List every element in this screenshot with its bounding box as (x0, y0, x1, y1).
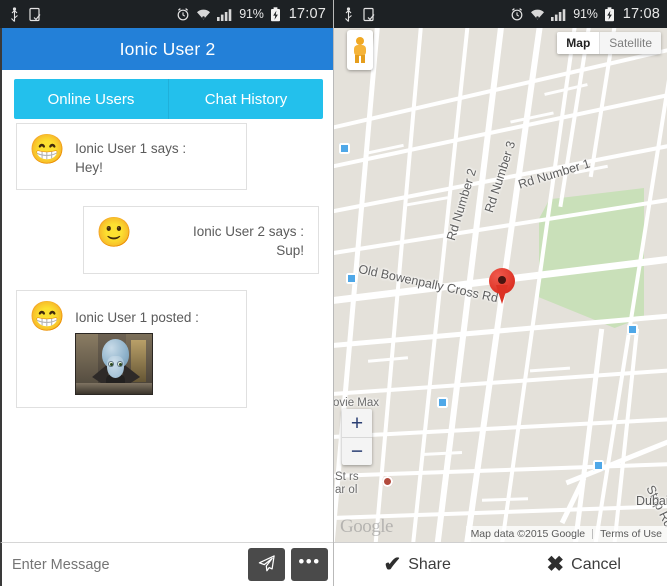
screenshot-icon (363, 7, 376, 22)
map-label: ar ol (335, 484, 358, 496)
chat-message-row: 🙂 Ionic User 2 says : Sup! (2, 206, 333, 289)
battery-charging-icon (270, 6, 281, 22)
status-left-icons (343, 6, 376, 22)
chat-message-list[interactable]: 😁 Ionic User 1 says : Hey! 🙂 Ionic User … (0, 123, 333, 542)
chat-bubble: 🙂 Ionic User 2 says : Sup! (83, 206, 319, 274)
usb-icon (9, 6, 20, 22)
map-label: St rs (335, 471, 359, 483)
paper-plane-icon (257, 554, 276, 576)
chat-message-header: Ionic User 2 says : (192, 224, 304, 240)
chat-bubble: 😁 Ionic User 1 posted : (16, 289, 247, 408)
terms-of-use-link[interactable]: Terms of Use (600, 528, 662, 540)
poi-marker[interactable] (593, 460, 604, 471)
chat-message-header: Ionic User 1 posted : (75, 309, 199, 325)
google-logo: Google (340, 516, 393, 537)
map-type-satellite-label: Satellite (609, 36, 652, 50)
chat-message-row: 😁 Ionic User 1 says : Hey! (2, 123, 333, 206)
message-input[interactable] (12, 556, 242, 573)
dual-phone-screenshot: 91% 17:07 Ionic User 2 Online Users Chat… (0, 0, 667, 586)
chat-message-body: Hey! (75, 160, 103, 176)
map-type-toggle: Map Satellite (557, 32, 661, 54)
wifi-icon (196, 8, 211, 21)
clock-label: 17:07 (288, 6, 326, 22)
map-action-bar: ✔ Share ✖ Cancel (334, 542, 667, 586)
map-type-map-label: Map (566, 36, 591, 50)
poi-marker[interactable] (339, 143, 350, 154)
zoom-out-label: − (350, 440, 364, 463)
page-title: Ionic User 2 (119, 38, 216, 59)
grin-emoji-icon: 😁 (29, 300, 66, 333)
clock-label: 17:08 (622, 6, 660, 22)
location-pin-icon[interactable] (489, 268, 515, 304)
send-button[interactable] (248, 548, 285, 581)
map-label: Dubai (636, 494, 667, 508)
attribution-divider (592, 529, 594, 539)
share-button[interactable]: ✔ Share (334, 543, 501, 586)
app-header: Ionic User 2 (0, 28, 333, 70)
status-left-icons (9, 6, 42, 22)
battery-charging-icon (604, 6, 615, 22)
tabbar-container: Online Users Chat History (0, 70, 333, 129)
usb-icon (343, 6, 354, 22)
chat-message-header: Ionic User 1 says : (75, 141, 187, 156)
poi-marker[interactable] (382, 476, 393, 487)
status-right-icons: 91% 17:08 (510, 6, 660, 22)
more-options-button[interactable]: ••• (291, 548, 328, 581)
signal-icon (217, 8, 233, 21)
screenshot-icon (29, 7, 42, 22)
alarm-icon (510, 7, 524, 21)
cancel-button[interactable]: ✖ Cancel (501, 543, 667, 586)
share-button-label: Share (408, 555, 451, 573)
chat-bubble-text: Ionic User 1 posted : (75, 303, 199, 395)
smile-emoji-icon: 🙂 (96, 217, 133, 250)
poi-marker[interactable] (437, 397, 448, 408)
zoom-controls: + − (342, 409, 372, 465)
chat-bubble-text: Ionic User 2 says : Sup! (142, 219, 304, 260)
tab-chat-history-label: Chat History (204, 90, 288, 108)
left-phone-panel: 91% 17:07 Ionic User 2 Online Users Chat… (0, 0, 334, 586)
check-icon: ✔ (383, 553, 402, 576)
zoom-out-button[interactable]: − (342, 437, 372, 465)
cancel-button-label: Cancel (571, 555, 621, 573)
street-view-pegman-icon[interactable] (347, 30, 373, 70)
poi-marker[interactable] (346, 273, 357, 284)
map-label: ovie Max (334, 397, 380, 409)
chat-input-bar: ••• (0, 542, 333, 586)
battery-percent-label: 91% (239, 7, 264, 21)
right-status-bar: 91% 17:08 (334, 0, 667, 28)
right-phone-panel: 91% 17:08 Rd Number 1 Rd Number 2 Rd Num… (334, 0, 667, 586)
map-type-satellite-button[interactable]: Satellite (599, 32, 661, 54)
map-type-map-button[interactable]: Map (557, 32, 600, 54)
wifi-icon (530, 8, 545, 21)
chat-bubble: 😁 Ionic User 1 says : Hey! (16, 123, 247, 191)
map-data-label: Map data ©2015 Google (470, 528, 586, 540)
grin-emoji-icon: 😁 (29, 134, 66, 166)
map-attribution: Map data ©2015 Google Terms of Use (465, 526, 667, 542)
chat-message-row: 😁 Ionic User 1 posted : (2, 289, 333, 424)
zoom-in-button[interactable]: + (342, 409, 372, 437)
battery-percent-label: 91% (573, 7, 598, 21)
alarm-icon (176, 7, 190, 21)
chat-message-body: Sup! (276, 243, 304, 259)
tabbar: Online Users Chat History (14, 79, 323, 119)
ellipsis-icon: ••• (298, 552, 321, 571)
left-status-bar: 91% 17:07 (0, 0, 333, 28)
zoom-in-label: + (350, 411, 364, 435)
poi-marker[interactable] (627, 324, 638, 335)
google-map[interactable]: Rd Number 1 Rd Number 2 Rd Number 3 Old … (334, 28, 667, 542)
status-right-icons: 91% 17:07 (176, 6, 326, 22)
chat-bubble-text: Ionic User 1 says : Hey! (75, 136, 186, 177)
tab-online-users[interactable]: Online Users (14, 79, 168, 119)
posted-image[interactable] (75, 332, 154, 395)
close-icon: ✖ (546, 553, 565, 576)
tab-online-users-label: Online Users (47, 90, 135, 108)
tab-chat-history[interactable]: Chat History (168, 79, 323, 119)
signal-icon (551, 8, 567, 21)
